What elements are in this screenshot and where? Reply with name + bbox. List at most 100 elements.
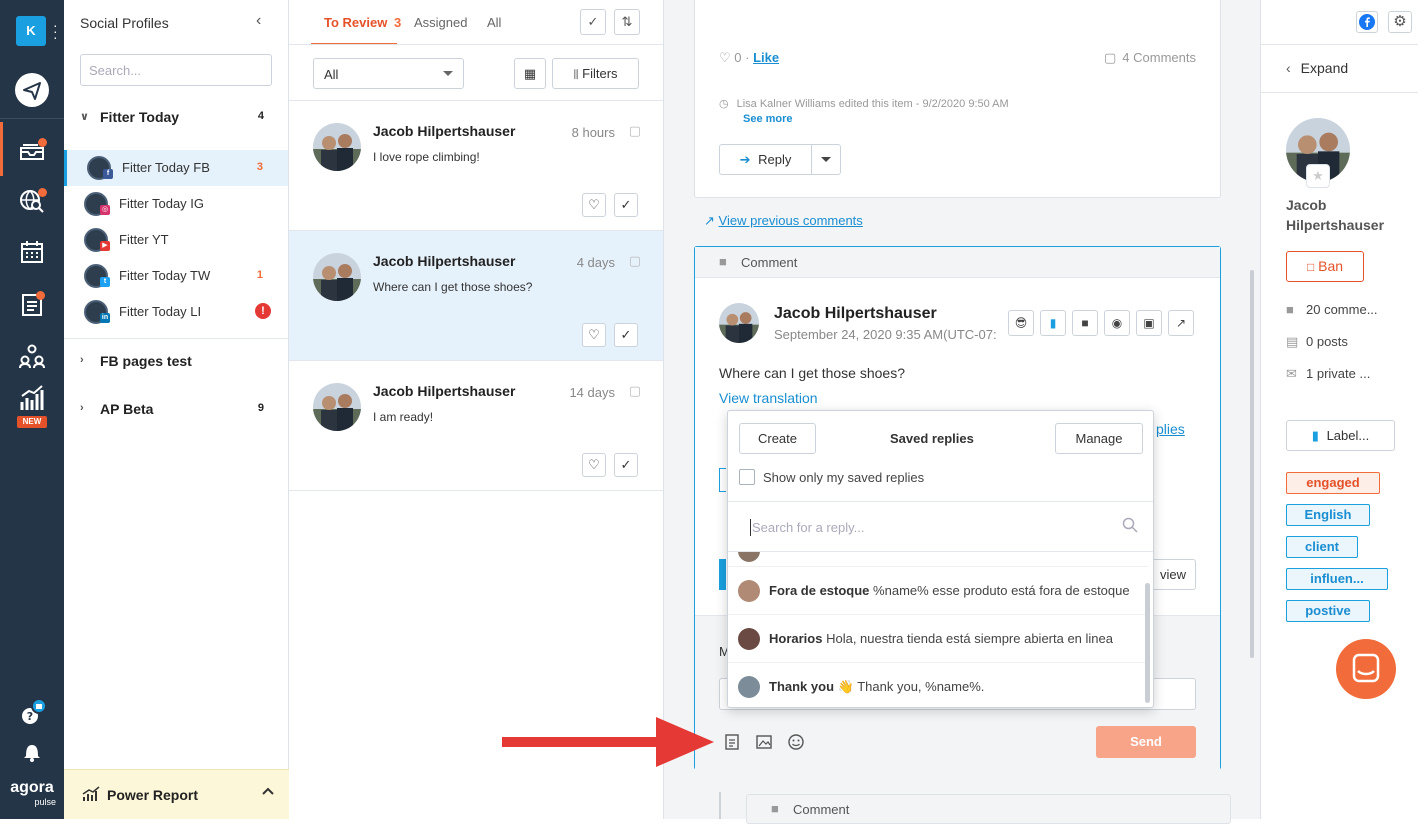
tag-client[interactable]: client <box>1286 536 1358 558</box>
saved-replies-icon[interactable] <box>725 734 739 750</box>
comments-stat[interactable]: ■ 20 comme... <box>1286 302 1378 317</box>
saved-replies-title: Saved replies <box>890 431 974 446</box>
error-icon: ! <box>255 303 271 319</box>
active-indicator <box>0 122 3 176</box>
image-icon[interactable] <box>756 734 772 750</box>
ban-button[interactable]: □ Ban <box>1286 251 1364 282</box>
analytics-icon[interactable] <box>14 380 50 416</box>
list-item[interactable]: Jacob Hilpertshauser 4 days ▢ Where can … <box>289 231 663 361</box>
social-profiles-panel: Social Profiles ‹ Search... ∨ Fitter Tod… <box>64 0 289 819</box>
saved-reply-fora-de-estoque[interactable]: Fora de estoque %name% esse produto está… <box>728 566 1148 614</box>
profile-fitter-today-tw[interactable]: t Fitter Today TW 1 <box>64 258 288 294</box>
like-button[interactable]: ♡ <box>582 323 606 347</box>
filters-button[interactable]: ⫼ Filters <box>552 58 639 89</box>
see-more-link[interactable]: See more <box>743 113 793 125</box>
like-button[interactable]: ♡ <box>582 453 606 477</box>
review-button[interactable]: ✓ <box>614 453 638 477</box>
inbox-icon[interactable] <box>14 132 50 168</box>
profile-fitter-yt[interactable]: ▶ Fitter YT <box>64 222 288 258</box>
send-button[interactable]: Send <box>1096 726 1196 758</box>
list-item[interactable]: Jacob Hilpertshauser 14 days ▢ I am read… <box>289 361 663 491</box>
review-button[interactable]: ✓ <box>614 193 638 217</box>
replies-link[interactable]: plies <box>1156 421 1185 437</box>
new-badge: NEW <box>17 416 47 428</box>
center-scrollbar[interactable] <box>1250 270 1254 658</box>
account-switcher[interactable]: K <box>16 16 46 46</box>
saved-reply-horarios[interactable]: Horarios Hola, nuestra tienda está siemp… <box>728 614 1148 662</box>
tag-postive[interactable]: postive <box>1286 600 1370 622</box>
comment-card-next: ■ Comment <box>746 794 1231 824</box>
group-divider <box>64 338 289 339</box>
chevron-up-icon[interactable] <box>261 784 275 798</box>
list-item[interactable] <box>728 552 1148 566</box>
date-filter-button[interactable]: ▦ <box>514 58 546 89</box>
bookmark-icon[interactable]: ■ <box>1072 310 1098 336</box>
trash-icon[interactable]: ▣ <box>1136 310 1162 336</box>
chat-icon <box>1352 653 1380 683</box>
group-ap-beta[interactable]: › AP Beta 9 <box>64 394 289 426</box>
manage-saved-replies-button[interactable]: Manage <box>1055 423 1143 454</box>
notifications-bell-icon[interactable] <box>14 734 50 770</box>
help-icon[interactable]: ? <box>14 694 50 730</box>
group-fitter-today[interactable]: ∨ Fitter Today 4 <box>64 102 289 134</box>
tag-engaged[interactable]: engaged <box>1286 472 1380 494</box>
calendar-icon[interactable] <box>14 234 50 270</box>
sort-icon[interactable]: ⇅ <box>614 9 640 35</box>
label-button[interactable]: ▮ Label... <box>1286 420 1395 451</box>
reply-button[interactable]: ➔ Reply <box>720 145 812 174</box>
comments-count[interactable]: ▢ 4 Comments <box>1104 50 1196 66</box>
view-previous-comments[interactable]: ↗ View previous comments <box>704 213 863 229</box>
saved-reply-thank-you[interactable]: Thank you 👋 Thank you, %name%. <box>728 662 1148 707</box>
listening-icon[interactable] <box>14 182 50 218</box>
tag-english[interactable]: English <box>1286 504 1370 526</box>
like-button[interactable]: ♡ <box>582 193 606 217</box>
mark-all-reviewed-icon[interactable]: ✓ <box>580 9 606 35</box>
reports-list-icon[interactable] <box>14 286 50 322</box>
hide-eye-icon[interactable]: ◉ <box>1104 310 1130 336</box>
posts-stat[interactable]: ▤ 0 posts <box>1286 334 1348 350</box>
tab-assigned[interactable]: Assigned <box>414 15 467 30</box>
thread-line <box>719 792 721 819</box>
saved-reply-search-input[interactable]: Search for a reply... <box>752 520 864 535</box>
tag-influencer[interactable]: influen... <box>1286 568 1388 590</box>
group-fb-pages-test[interactable]: › FB pages test <box>64 346 289 378</box>
tab-all[interactable]: All <box>487 15 501 30</box>
review-button[interactable]: ✓ <box>614 323 638 347</box>
comment-icon: ■ <box>719 254 727 269</box>
filter-select[interactable]: All <box>313 58 464 89</box>
dropdown-scrollbar[interactable] <box>1145 583 1150 703</box>
instagram-icon: ◎ <box>100 205 110 215</box>
create-saved-reply-button[interactable]: Create <box>739 423 816 454</box>
profile-fitter-today-fb[interactable]: f Fitter Today FB 3 <box>64 150 288 186</box>
publish-icon[interactable] <box>14 72 50 108</box>
private-messages-stat[interactable]: ✉ 1 private ... <box>1286 366 1370 382</box>
profile-fitter-today-ig[interactable]: ◎ Fitter Today IG <box>64 186 288 222</box>
profile-fitter-today-li[interactable]: in Fitter Today LI ! <box>64 294 288 330</box>
like-link[interactable]: Like <box>753 50 779 65</box>
star-icon[interactable]: ★ <box>1306 164 1330 188</box>
emoji-icon[interactable] <box>788 734 804 750</box>
sentiment-icon[interactable]: 😎 <box>1008 310 1034 336</box>
tab-to-review[interactable]: To Review 3 <box>324 15 401 30</box>
collapse-panel-icon[interactable]: ‹ <box>256 12 261 30</box>
label-tag-icon[interactable]: ▮ <box>1040 310 1066 336</box>
gear-icon[interactable]: ⚙ <box>1388 11 1412 33</box>
reply-options-dropdown[interactable] <box>812 145 840 174</box>
only-mine-checkbox[interactable] <box>739 469 755 485</box>
more-icon[interactable]: · · · <box>53 18 58 44</box>
expand-link[interactable]: ‹ Expand <box>1286 60 1348 76</box>
clock-icon: ◷ <box>719 98 729 110</box>
comment-icon: ■ <box>1286 302 1294 317</box>
view-translation-link[interactable]: View translation <box>719 390 818 406</box>
profile-search-input[interactable]: Search... <box>80 54 272 86</box>
facebook-profile-button[interactable] <box>1356 11 1378 33</box>
power-report-bar[interactable]: Power Report <box>64 769 289 819</box>
comment-author[interactable]: Jacob Hilpertshauser <box>774 305 937 323</box>
search-icon <box>1122 517 1138 533</box>
chat-support-button[interactable] <box>1336 639 1396 699</box>
list-item[interactable]: Jacob Hilpertshauser 8 hours ▢ I love ro… <box>289 101 663 231</box>
annotation-arrow <box>502 717 714 767</box>
reply-arrow-icon: ➔ <box>739 152 751 167</box>
open-external-icon[interactable]: ↗ <box>1168 310 1194 336</box>
team-icon[interactable] <box>14 338 50 374</box>
